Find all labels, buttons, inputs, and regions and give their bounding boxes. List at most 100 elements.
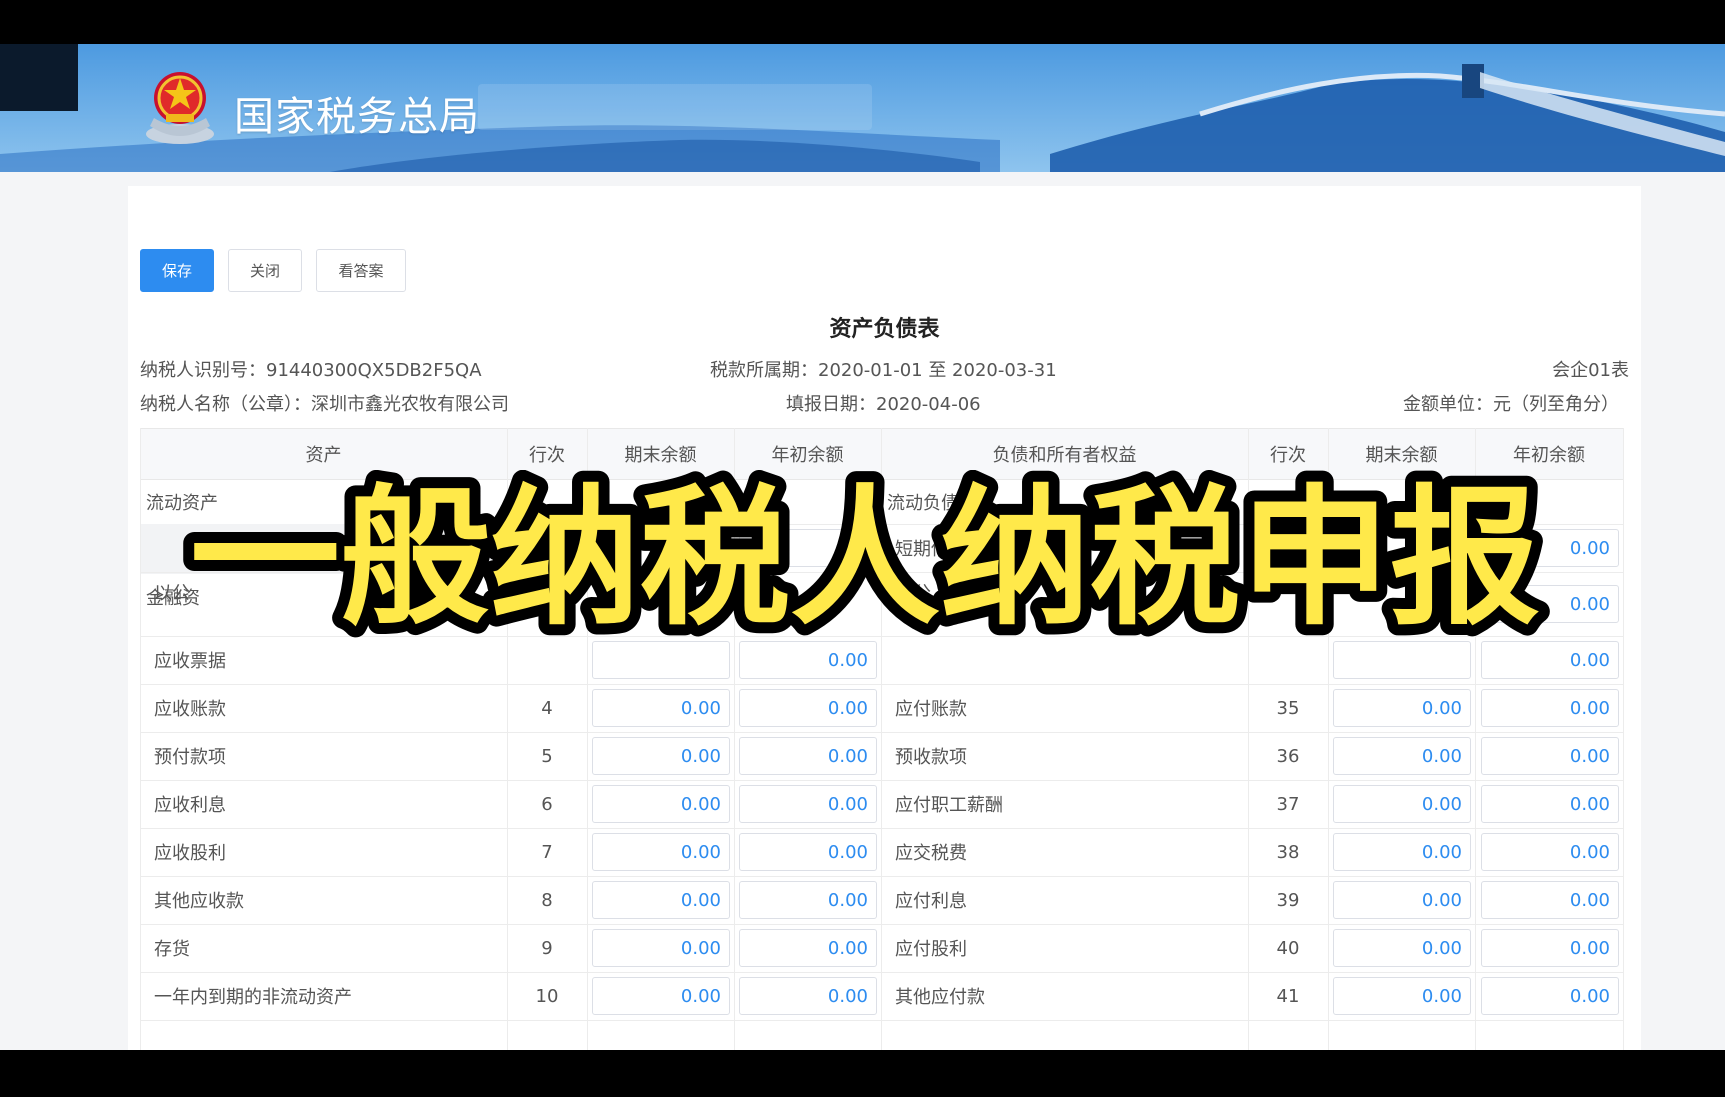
form-card: 保存 关闭 看答案 资产负债表 纳税人识别号：91440300QX5DB2F5Q… xyxy=(128,186,1641,1050)
asset-end-balance-input[interactable]: 0.00 xyxy=(592,737,730,775)
liability-begin-balance-input[interactable]: 0.00 xyxy=(1481,881,1619,919)
liability-end-balance-input[interactable]: 0.00 xyxy=(1333,881,1471,919)
form-code: 会企01表 xyxy=(1552,360,1629,381)
liability-name: 预收款项 xyxy=(895,747,967,768)
site-title: 国家税务总局 xyxy=(234,94,480,140)
liability-end-balance-input[interactable]: 0.00 xyxy=(1333,785,1471,823)
column-divider xyxy=(1248,428,1249,1050)
asset-begin-balance-input[interactable]: 0.00 xyxy=(739,881,877,919)
liability-name xyxy=(895,636,1245,684)
liability-row-no xyxy=(1248,636,1328,684)
header-row-no: 行次 xyxy=(529,445,565,466)
view-answer-button[interactable]: 看答案 xyxy=(316,249,406,292)
liability-begin-balance-input[interactable]: 0.00 xyxy=(1481,977,1619,1015)
asset-name: 应收账款 xyxy=(154,699,226,720)
save-button[interactable]: 保存 xyxy=(140,249,214,292)
header-liabilities: 负债和所有者权益 xyxy=(992,445,1137,466)
section-current-assets: 流动资产 xyxy=(146,493,218,514)
liability-begin-balance-input[interactable]: 0.00 xyxy=(1481,529,1619,567)
asset-begin-balance-input[interactable]: 0.00 xyxy=(739,833,877,871)
asset-end-balance-input[interactable]: 0.00 xyxy=(592,785,730,823)
column-divider xyxy=(734,428,735,1050)
liability-row-no: 38 xyxy=(1276,841,1300,863)
asset-end-balance-input[interactable]: 0.00 xyxy=(592,929,730,967)
asset-name: 存货 xyxy=(154,939,190,960)
asset-row-no xyxy=(507,636,587,684)
asset-row-no: 6 xyxy=(541,793,553,815)
asset-name: 一年内到期的非流动资产 xyxy=(154,987,352,1008)
row-divider xyxy=(140,684,1623,685)
liability-name: 短期借 xyxy=(895,539,949,560)
liability-row-no: 41 xyxy=(1276,985,1300,1007)
close-button[interactable]: 关闭 xyxy=(228,249,302,292)
asset-name: 应收利息 xyxy=(154,795,226,816)
asset-name: 应收票据 xyxy=(154,651,226,672)
liability-begin-balance-input[interactable]: 0.00 xyxy=(1481,641,1619,679)
liability-begin-balance-input[interactable]: 0.00 xyxy=(1481,689,1619,727)
liability-name: 应付股利 xyxy=(895,939,967,960)
liability-row-no: 40 xyxy=(1276,937,1300,959)
row-divider xyxy=(140,572,1623,573)
row-divider xyxy=(140,1020,1623,1021)
header-end-balance-2: 期末余额 xyxy=(1365,445,1438,466)
video-letterbox-bottom xyxy=(0,1050,1725,1097)
liability-name: 应付账款 xyxy=(895,699,967,720)
liability-end-balance-input[interactable]: 0.00 xyxy=(1333,737,1471,775)
asset-end-balance-input[interactable]: 0.00 xyxy=(592,689,730,727)
column-divider xyxy=(1328,428,1329,1050)
asset-end-balance-input[interactable]: 0.00 xyxy=(592,833,730,871)
row-divider xyxy=(140,924,1623,925)
header-end-balance: 期末余额 xyxy=(624,445,697,466)
asset-begin-balance-input[interactable]: 0.00 xyxy=(739,737,877,775)
asset-end-balance-input[interactable] xyxy=(592,529,730,567)
liability-end-balance-input[interactable] xyxy=(1333,529,1471,567)
liability-name: 以公 xyxy=(895,583,931,604)
column-divider xyxy=(1475,428,1476,1050)
liability-begin-balance-input[interactable]: 0.00 xyxy=(1481,737,1619,775)
column-divider xyxy=(587,428,588,1050)
asset-begin-balance-input[interactable]: 0.00 xyxy=(739,785,877,823)
liability-begin-balance-input[interactable]: 0.00 xyxy=(1481,585,1619,623)
liability-end-balance-input[interactable]: 0.00 xyxy=(1333,833,1471,871)
liability-row-no: 37 xyxy=(1276,793,1300,815)
asset-begin-balance-input[interactable]: 0.00 xyxy=(739,641,877,679)
asset-begin-balance-input[interactable]: 0.00 xyxy=(739,689,877,727)
asset-row-no xyxy=(507,572,587,612)
tax-period: 税款所属期：2020-01-01 至 2020-03-31 xyxy=(710,360,1057,381)
liability-end-balance-input[interactable]: 0.00 xyxy=(1333,929,1471,967)
asset-begin-balance-input[interactable]: 0 xyxy=(739,529,877,567)
asset-name: 其他应收款 xyxy=(154,891,244,912)
row-divider xyxy=(140,972,1623,973)
asset-name: 以公 xyxy=(154,583,190,604)
liability-begin-balance-input[interactable]: 0.00 xyxy=(1481,929,1619,967)
taxpayer-id: 纳税人识别号：91440300QX5DB2F5QA xyxy=(140,360,482,381)
asset-begin-balance-input[interactable]: 0.00 xyxy=(739,977,877,1015)
asset-row-no: 10 xyxy=(535,985,559,1007)
row-divider xyxy=(140,780,1623,781)
column-divider xyxy=(1623,428,1624,1050)
liability-name: 其他应付款 xyxy=(895,987,985,1008)
liability-end-balance-input[interactable] xyxy=(1333,641,1471,679)
asset-end-balance-input[interactable]: 0.00 xyxy=(592,977,730,1015)
liability-row-no xyxy=(1248,524,1328,572)
video-letterbox-top xyxy=(0,0,1725,44)
asset-row-no: 5 xyxy=(541,745,553,767)
liability-row-no: 36 xyxy=(1276,745,1300,767)
liability-end-balance-input[interactable]: 0.00 xyxy=(1333,689,1471,727)
corner-block xyxy=(0,44,78,111)
asset-end-balance-input[interactable] xyxy=(592,641,730,679)
asset-begin-balance-input[interactable]: 0.00 xyxy=(739,929,877,967)
liability-name: 应交税费 xyxy=(895,843,967,864)
asset-name: 应收股利 xyxy=(154,843,226,864)
asset-end-balance-input[interactable]: 0.00 xyxy=(592,881,730,919)
liability-end-balance-input[interactable]: 0.00 xyxy=(1333,977,1471,1015)
header-begin-balance-2: 年初余额 xyxy=(1513,445,1585,466)
liability-begin-balance-input[interactable]: 0.00 xyxy=(1481,833,1619,871)
row-divider xyxy=(140,876,1623,877)
row-divider xyxy=(140,732,1623,733)
liability-begin-balance-input[interactable]: 0.00 xyxy=(1481,785,1619,823)
fill-date: 填报日期：2020-04-06 xyxy=(786,394,981,415)
column-divider xyxy=(140,428,141,1050)
liability-row-no: 39 xyxy=(1276,889,1300,911)
liability-row-no: 35 xyxy=(1276,697,1300,719)
